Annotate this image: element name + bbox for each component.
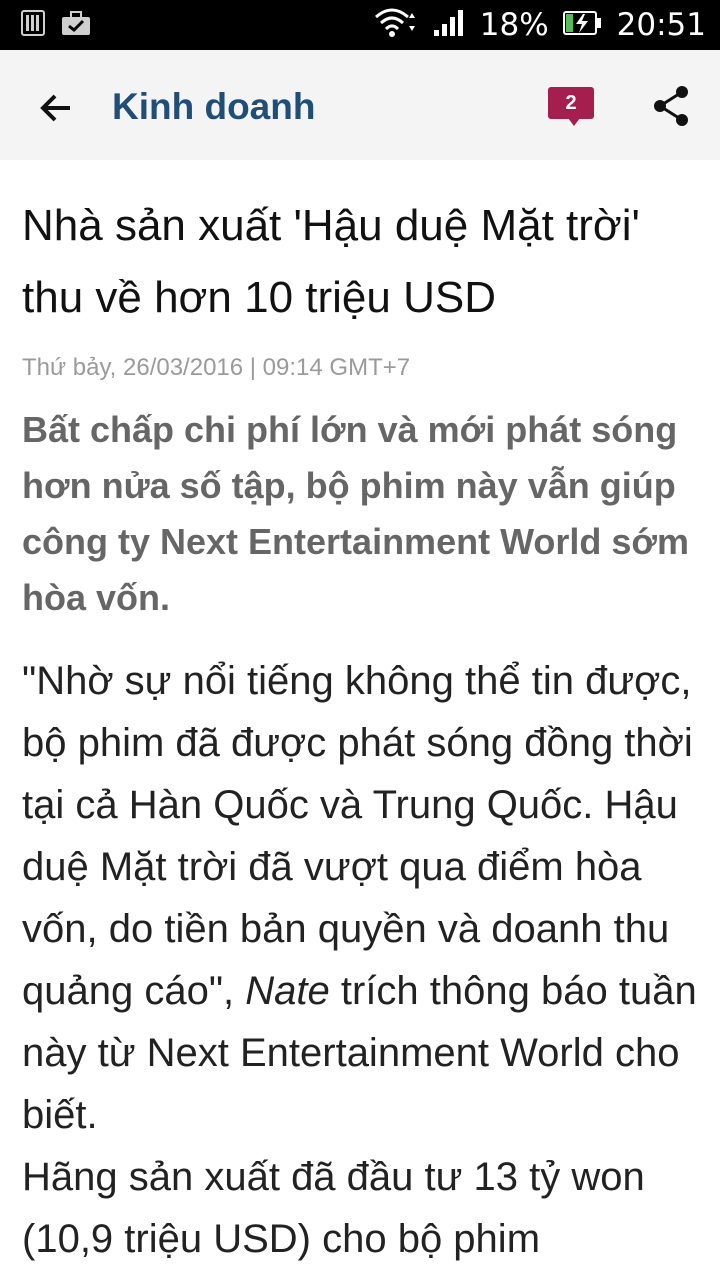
comment-bubble-icon bbox=[568, 118, 580, 126]
wifi-icon bbox=[374, 7, 418, 44]
comment-count-badge: 2 bbox=[548, 87, 594, 119]
battery-charging-icon bbox=[562, 9, 603, 42]
battery-percent: 18% bbox=[479, 7, 549, 43]
body-paragraph: "Nhờ sự nổi tiếng không thể tin được, bộ… bbox=[22, 650, 698, 1146]
status-bar-right: 18% 20:51 bbox=[374, 7, 706, 44]
clock: 20:51 bbox=[616, 7, 706, 43]
body-paragraph: Hãng sản xuất đã đầu tư 13 tỷ won (10,9 … bbox=[22, 1155, 645, 1261]
paragraph-text: "Nhờ sự nổi tiếng không thể tin được, bộ… bbox=[22, 659, 693, 1013]
article: Nhà sản xuất 'Hậu duệ Mặt trời' thu về h… bbox=[0, 190, 720, 1270]
source-name: Nate bbox=[245, 969, 330, 1013]
share-icon bbox=[654, 86, 688, 126]
back-button[interactable] bbox=[36, 88, 76, 128]
section-title[interactable]: Kinh doanh bbox=[112, 86, 315, 128]
article-lead: Bất chấp chi phí lớn và mới phát sóng hơ… bbox=[22, 409, 690, 618]
status-bar-left bbox=[20, 9, 92, 42]
article-date: Thứ bảy, 26/03/2016 | 09:14 GMT+7 bbox=[22, 354, 411, 381]
share-button[interactable] bbox=[650, 84, 694, 128]
sim-icon bbox=[20, 9, 46, 42]
article-body: "Nhờ sự nổi tiếng không thể tin được, bộ… bbox=[22, 650, 698, 1270]
article-headline: Nhà sản xuất 'Hậu duệ Mặt trời' thu về h… bbox=[22, 201, 640, 322]
briefcase-icon bbox=[60, 9, 92, 42]
back-arrow-icon bbox=[40, 94, 70, 122]
app-bar: Kinh doanh 2 bbox=[0, 50, 720, 160]
comments-button[interactable]: 2 bbox=[548, 87, 596, 127]
signal-icon bbox=[432, 8, 466, 43]
status-bar: 18% 20:51 bbox=[0, 0, 720, 50]
